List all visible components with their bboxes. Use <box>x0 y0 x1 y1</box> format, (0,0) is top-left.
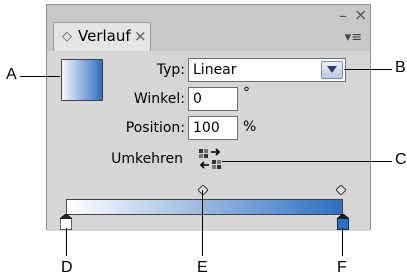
panel-titlebar: ◇ Verlauf × – × ▾≡ <box>47 5 370 52</box>
callout-d: D <box>61 259 73 276</box>
callout-b-line <box>344 69 392 70</box>
gradient-ramp[interactable] <box>66 199 343 215</box>
gradient-panel: ◇ Verlauf × – × ▾≡ Typ: Linear Winkel: 0… <box>46 4 371 231</box>
callout-b: B <box>395 59 406 76</box>
expand-icon[interactable]: ◇ <box>62 23 72 50</box>
angle-unit: ° <box>243 85 250 101</box>
reverse-label: Umkehren <box>111 151 183 167</box>
minimize-icon[interactable]: – <box>339 8 347 24</box>
angle-input-value: 0 <box>193 91 202 107</box>
callout-f: F <box>337 259 347 276</box>
position-label: Position: <box>125 120 185 136</box>
type-select-value: Linear <box>193 62 237 78</box>
callout-c: C <box>395 151 407 168</box>
position-input-value: 100 <box>193 120 220 136</box>
angle-input[interactable]: 0 <box>188 87 238 111</box>
callout-c-line <box>222 161 392 162</box>
tab-verlauf[interactable]: ◇ Verlauf × <box>53 22 151 51</box>
callout-a-line <box>20 76 60 77</box>
callout-e: E <box>197 259 208 276</box>
position-unit: % <box>243 119 257 135</box>
chevron-down-icon[interactable] <box>321 61 343 79</box>
callout-d-line <box>66 228 67 256</box>
midpoint-diamond-icon[interactable] <box>198 185 208 195</box>
midpoint-diamond-icon[interactable] <box>336 185 346 195</box>
tab-label: Verlauf <box>78 27 131 45</box>
callout-a: A <box>6 66 17 83</box>
type-label: Typ: <box>156 62 185 78</box>
type-select[interactable]: Linear <box>188 58 346 82</box>
callout-e-line <box>202 190 203 256</box>
panel-menu-icon[interactable]: ▾≡ <box>345 30 362 45</box>
color-stop-end[interactable] <box>337 214 349 230</box>
close-icon[interactable]: × <box>354 7 367 23</box>
reverse-icon[interactable] <box>198 148 222 170</box>
angle-label: Winkel: <box>133 91 185 107</box>
position-input[interactable]: 100 <box>188 116 238 140</box>
tab-close-icon[interactable]: × <box>134 23 147 50</box>
gradient-preview-swatch[interactable] <box>61 59 103 101</box>
callout-f-line <box>342 228 343 256</box>
